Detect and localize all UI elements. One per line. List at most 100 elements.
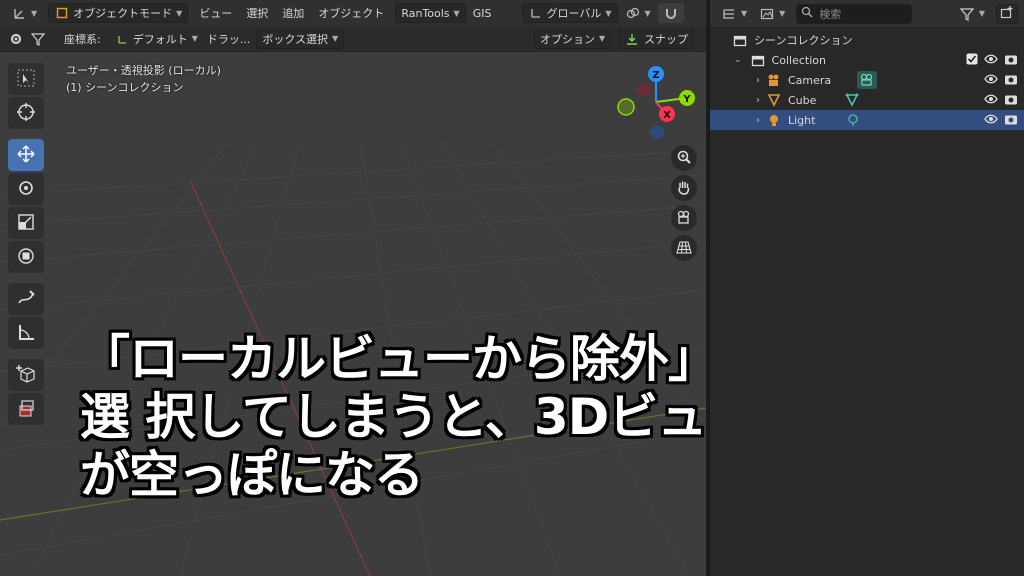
scale-tool[interactable] bbox=[8, 207, 44, 239]
chevron-right-icon[interactable]: › bbox=[756, 95, 760, 106]
render-camera-icon[interactable] bbox=[1004, 113, 1018, 128]
editor-type-button[interactable]: ▼ bbox=[6, 3, 42, 23]
viewport-info: ユーザー・透視投影 (ローカル) (1) シーンコレクション bbox=[66, 62, 221, 96]
rantools-menu[interactable]: RanTools ▼ bbox=[395, 3, 466, 23]
add-cube-icon bbox=[16, 364, 36, 387]
caption-line-3: が空っぽになる bbox=[80, 446, 424, 504]
mesh-data-icon[interactable] bbox=[844, 92, 860, 108]
camera-data-icon[interactable] bbox=[857, 71, 878, 89]
cursor-tool[interactable] bbox=[8, 97, 44, 129]
outliner-filter-button[interactable]: ▼ bbox=[954, 4, 990, 24]
menu-gis[interactable]: GIS bbox=[466, 3, 499, 23]
crosshair-icon bbox=[16, 102, 36, 125]
navigation-gizmo[interactable]: Z Y X bbox=[612, 62, 702, 142]
transform-tool[interactable] bbox=[8, 241, 44, 273]
measure-tool[interactable] bbox=[8, 317, 44, 349]
drag-dropdown[interactable]: ボックス選択 ▼ bbox=[256, 28, 345, 49]
chevron-down-icon: ▼ bbox=[741, 9, 748, 18]
menu-view[interactable]: ビュー bbox=[192, 3, 239, 23]
add-cube-tool[interactable] bbox=[8, 359, 44, 391]
rotate-tool[interactable] bbox=[8, 173, 44, 205]
light-label: Light bbox=[788, 113, 816, 127]
display-mode-dropdown[interactable]: ▼ bbox=[754, 4, 790, 24]
annotate-tool[interactable] bbox=[8, 283, 44, 315]
zoom-icon bbox=[676, 149, 692, 168]
outliner-search-input[interactable]: 検索 bbox=[796, 3, 913, 24]
drag-label: ドラッ... bbox=[206, 32, 251, 46]
new-collection-button[interactable] bbox=[996, 3, 1018, 24]
scale-icon bbox=[16, 212, 36, 235]
chevron-down-icon: ▼ bbox=[453, 8, 460, 18]
collection-visibility bbox=[960, 53, 1018, 68]
view-name: ユーザー・透視投影 (ローカル) bbox=[66, 64, 221, 77]
outliner-item-cube[interactable]: › Cube bbox=[710, 90, 1024, 110]
pan-button[interactable] bbox=[671, 175, 697, 201]
cube-visibility bbox=[978, 93, 1018, 108]
chevron-down-icon: ▼ bbox=[644, 8, 651, 18]
coordinate-value: デフォルト bbox=[132, 32, 188, 46]
drag-value: ボックス選択 bbox=[262, 32, 329, 46]
outliner-item-light[interactable]: › Light bbox=[710, 110, 1024, 130]
chevron-down-icon: ▼ bbox=[978, 9, 985, 18]
object-mode-icon bbox=[54, 5, 70, 21]
outliner-item-camera[interactable]: › Camera bbox=[710, 70, 1024, 90]
cube-label: Cube bbox=[788, 93, 817, 107]
coordinate-label: 座標系: bbox=[64, 32, 101, 46]
orientation-icon bbox=[528, 5, 544, 21]
chevron-right-icon[interactable]: › bbox=[756, 115, 760, 126]
zoom-button[interactable] bbox=[671, 145, 697, 171]
outliner-header: ▼ ▼ 検索 ▼ bbox=[710, 0, 1024, 28]
menu-add[interactable]: 追加 bbox=[275, 3, 311, 23]
mode-dropdown[interactable]: オブジェクトモード ▼ bbox=[48, 3, 189, 23]
neg-x-axis-handle[interactable] bbox=[637, 83, 651, 97]
outliner-editor-type[interactable]: ▼ bbox=[716, 4, 752, 24]
hand-icon bbox=[676, 179, 692, 198]
mesh-icon bbox=[766, 92, 782, 108]
eye-icon[interactable] bbox=[984, 73, 998, 88]
tool-shelf bbox=[8, 63, 50, 427]
snap-label: スナップ bbox=[644, 32, 688, 46]
collection-row[interactable]: ⌄ Collection bbox=[710, 50, 1024, 70]
options-dropdown[interactable]: オプション ▼ bbox=[534, 28, 612, 49]
eye-icon[interactable] bbox=[984, 113, 998, 128]
camera-icon bbox=[766, 72, 782, 88]
move-tool[interactable] bbox=[8, 139, 44, 171]
camera-visibility bbox=[978, 73, 1018, 88]
snap-button[interactable]: スナップ bbox=[618, 28, 694, 49]
camera-view-button[interactable] bbox=[671, 205, 697, 231]
menu-object[interactable]: オブジェクト bbox=[311, 3, 391, 23]
outliner-panel: ▼ ▼ 検索 ▼ シーンコレクション ⌄ Collection › Camera… bbox=[708, 0, 1024, 576]
gear-icon[interactable] bbox=[8, 31, 24, 47]
y-axis-label: Y bbox=[682, 94, 691, 105]
eye-icon[interactable] bbox=[984, 53, 998, 68]
3d-viewport[interactable]: ▼ オブジェクトモード ▼ ビュー 選択 追加 オブジェクト RanTools … bbox=[0, 0, 706, 576]
perspective-toggle-button[interactable] bbox=[671, 235, 697, 261]
neg-z-axis-handle[interactable] bbox=[650, 125, 664, 139]
navigation-buttons bbox=[671, 145, 697, 265]
filter-icon[interactable] bbox=[30, 31, 46, 47]
checkbox-icon[interactable] bbox=[966, 53, 978, 68]
render-camera-icon[interactable] bbox=[1004, 93, 1018, 108]
chevron-right-icon[interactable]: › bbox=[756, 75, 760, 86]
transform-orientation-dropdown[interactable]: グローバル ▼ bbox=[522, 3, 618, 23]
chevron-down-icon: ▼ bbox=[605, 8, 612, 18]
viewport-header: ▼ オブジェクトモード ▼ ビュー 選択 追加 オブジェクト RanTools … bbox=[0, 0, 706, 26]
eye-icon[interactable] bbox=[984, 93, 998, 108]
pivot-point-button[interactable]: ▼ bbox=[620, 3, 656, 23]
snap-toggle[interactable] bbox=[657, 3, 684, 23]
extrude-icon bbox=[16, 398, 36, 421]
menu-select[interactable]: 選択 bbox=[239, 3, 275, 23]
grid-perspective-icon bbox=[676, 239, 692, 258]
neg-y-axis-handle[interactable] bbox=[617, 98, 635, 116]
scene-collection-row[interactable]: シーンコレクション bbox=[710, 30, 1024, 50]
mode-label: オブジェクトモード bbox=[73, 7, 173, 20]
coordinate-dropdown[interactable]: デフォルト ▼ bbox=[109, 29, 203, 49]
select-box-tool[interactable] bbox=[8, 63, 44, 95]
collection-info: (1) シーンコレクション bbox=[66, 81, 184, 94]
extrude-tool[interactable] bbox=[8, 393, 44, 425]
render-camera-icon[interactable] bbox=[1004, 53, 1018, 68]
light-data-icon[interactable] bbox=[845, 112, 861, 128]
chevron-down-icon[interactable]: ⌄ bbox=[734, 55, 742, 65]
filter-icon bbox=[959, 6, 975, 22]
render-camera-icon[interactable] bbox=[1004, 73, 1018, 88]
